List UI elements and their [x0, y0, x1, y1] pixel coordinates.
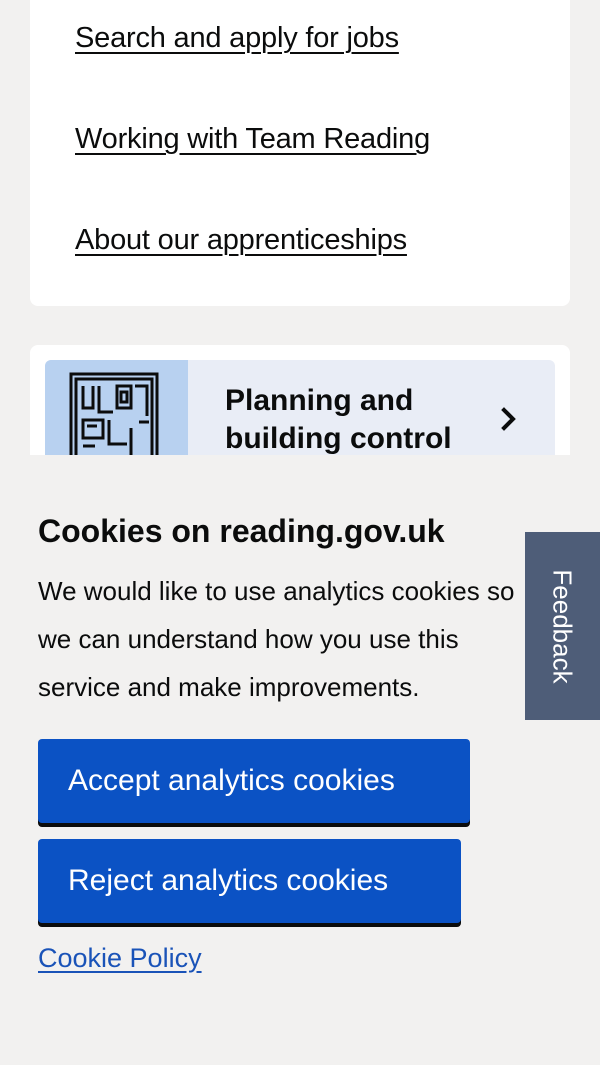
- links-card: Search and apply for jobs Working with T…: [30, 0, 570, 306]
- cookie-banner-text: We would like to use analytics cookies s…: [38, 576, 515, 702]
- reject-cookies-button[interactable]: Reject analytics cookies: [38, 839, 461, 923]
- cookie-policy-link[interactable]: Cookie Policy: [38, 943, 202, 974]
- accept-cookies-button[interactable]: Accept analytics cookies: [38, 739, 470, 823]
- link-team-reading[interactable]: Working with Team Reading: [75, 123, 430, 156]
- service-title: Planning and building control: [225, 384, 452, 455]
- floor-plan-icon: [69, 372, 159, 466]
- link-search-jobs[interactable]: Search and apply for jobs: [75, 22, 399, 55]
- link-apprenticeships[interactable]: About our apprenticeships: [75, 224, 407, 257]
- feedback-tab[interactable]: Feedback: [525, 532, 600, 720]
- page: Search and apply for jobs Working with T…: [0, 0, 600, 1065]
- feedback-label: Feedback: [548, 568, 578, 684]
- cookie-banner: Cookies on reading.gov.uk We would like …: [0, 455, 600, 1065]
- cookie-banner-title: Cookies on reading.gov.uk: [38, 513, 445, 549]
- chevron-right-icon: [501, 407, 516, 431]
